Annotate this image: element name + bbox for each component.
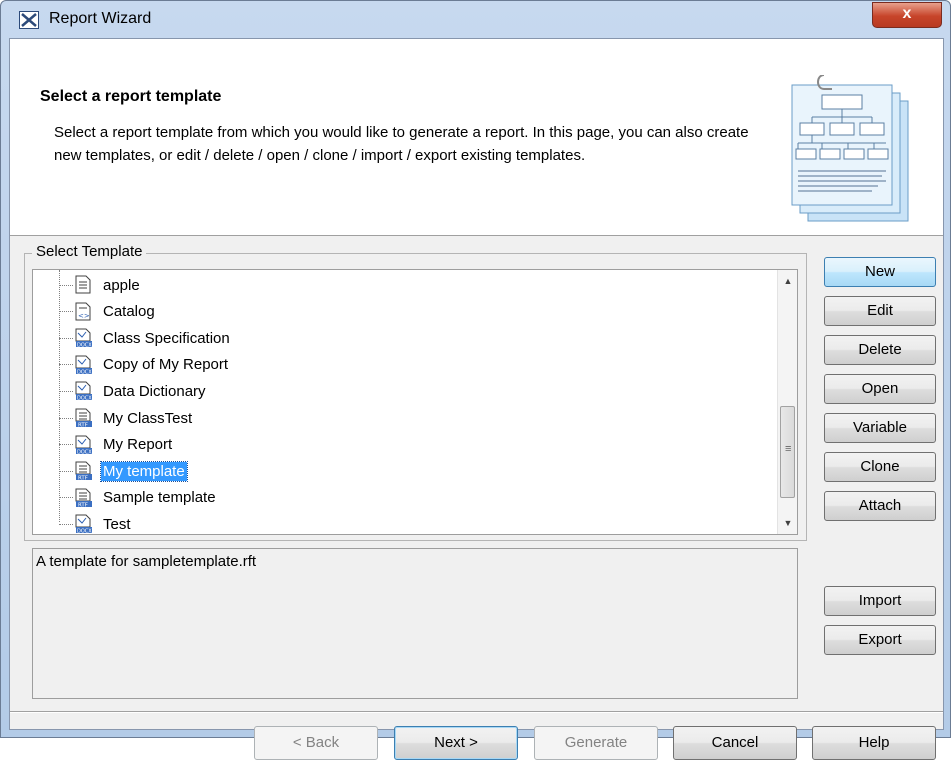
template-label: Class Specification	[103, 329, 230, 347]
next-button[interactable]: Next >	[394, 726, 518, 760]
wizard-body: Select a report template Select a report…	[9, 38, 944, 760]
tree-connector	[59, 284, 73, 286]
scroll-up-arrow-icon[interactable]: ▲	[778, 272, 797, 290]
svg-text:RTF: RTF	[78, 423, 88, 429]
title-bar[interactable]: Report Wizard x	[1, 1, 950, 39]
document-icon	[75, 275, 93, 295]
tree-connector	[59, 444, 73, 446]
tree-connector	[59, 523, 73, 525]
template-row[interactable]: RTF Sample template	[59, 485, 218, 511]
open-button[interactable]: Open	[824, 374, 936, 404]
template-label: apple	[103, 276, 140, 294]
wizard-header: Select a report template Select a report…	[10, 39, 943, 236]
app-icon	[19, 11, 39, 29]
template-label: Sample template	[103, 489, 216, 507]
report-wizard-window: Report Wizard x Select a report template…	[0, 0, 951, 760]
edit-button[interactable]: Edit	[824, 296, 936, 326]
rtf-document-icon: RTF	[75, 408, 93, 429]
docx-template-icon: DOCX	[75, 435, 93, 455]
page-description: Select a report template from which you …	[54, 124, 749, 164]
tree-connector	[59, 364, 73, 366]
svg-text:DOCX: DOCX	[77, 396, 92, 402]
vertical-scrollbar[interactable]: ▲ ≡ ▼	[777, 270, 797, 534]
template-row[interactable]: DOCX My Report	[59, 432, 174, 458]
new-button[interactable]: New	[824, 257, 936, 287]
template-row[interactable]: DOCX Data Dictionary	[59, 378, 208, 404]
tree-connector	[59, 311, 73, 313]
tree-connector	[59, 497, 73, 499]
svg-text:DOCX: DOCX	[77, 343, 92, 349]
template-row[interactable]: <> Catalog	[59, 299, 157, 325]
footer-divider	[10, 711, 943, 713]
help-button[interactable]: Help	[812, 726, 936, 760]
svg-text:DOCX: DOCX	[77, 369, 92, 375]
svg-text:<>: <>	[78, 312, 90, 320]
template-tree[interactable]: apple <> Catalog DOCX Class Specification DOC…	[32, 269, 798, 535]
svg-text:DOCX: DOCX	[77, 529, 92, 535]
tree-connector	[59, 417, 73, 419]
scroll-down-arrow-icon[interactable]: ▼	[778, 514, 797, 532]
svg-text:DOCX: DOCX	[77, 449, 92, 455]
template-label: My Report	[103, 436, 173, 454]
back-button[interactable]: < Back	[254, 726, 378, 760]
generate-button[interactable]: Generate	[534, 726, 658, 760]
page-title: Select a report template	[40, 88, 222, 105]
template-label: Catalog	[103, 303, 155, 321]
report-document-icon	[791, 75, 909, 222]
select-template-label: Select Template	[32, 243, 147, 260]
docx-template-icon: DOCX	[75, 381, 93, 402]
clone-button[interactable]: Clone	[824, 452, 936, 482]
template-description-box: A template for sampletemplate.rft	[32, 548, 798, 699]
template-label: My ClassTest	[103, 409, 193, 427]
template-label: Test	[103, 515, 131, 533]
rtf-document-icon: RTF	[75, 488, 93, 508]
window-title: Report Wizard	[49, 10, 152, 27]
tree-connector	[59, 470, 73, 472]
export-button[interactable]: Export	[824, 625, 936, 655]
template-row[interactable]: DOCX Test	[59, 511, 133, 534]
xml-document-icon: <>	[75, 302, 93, 322]
scroll-thumb[interactable]: ≡	[780, 406, 795, 498]
delete-button[interactable]: Delete	[824, 335, 936, 365]
template-row[interactable]: RTF My template	[59, 458, 188, 484]
cancel-button[interactable]: Cancel	[673, 726, 797, 760]
tree-connector	[59, 337, 73, 339]
attach-button[interactable]: Attach	[824, 491, 936, 521]
template-row[interactable]: apple	[59, 272, 142, 298]
import-button[interactable]: Import	[824, 586, 936, 616]
template-row[interactable]: RTF My ClassTest	[59, 405, 194, 431]
rtf-document-icon: RTF	[75, 461, 93, 482]
template-label: Copy of My Report	[103, 356, 229, 374]
docx-template-icon: DOCX	[75, 355, 93, 375]
template-row[interactable]: DOCX Class Specification	[59, 325, 232, 351]
close-button[interactable]: x	[872, 2, 942, 28]
docx-template-icon: DOCX	[75, 514, 93, 534]
template-row[interactable]: DOCX Copy of My Report	[59, 352, 230, 378]
svg-text:RTF: RTF	[78, 502, 88, 508]
tree-connector	[59, 390, 73, 392]
template-label: Data Dictionary	[103, 382, 206, 400]
template-label: My template	[100, 460, 188, 482]
svg-text:RTF: RTF	[78, 476, 88, 482]
docx-template-icon: DOCX	[75, 328, 93, 349]
variable-button[interactable]: Variable	[824, 413, 936, 443]
